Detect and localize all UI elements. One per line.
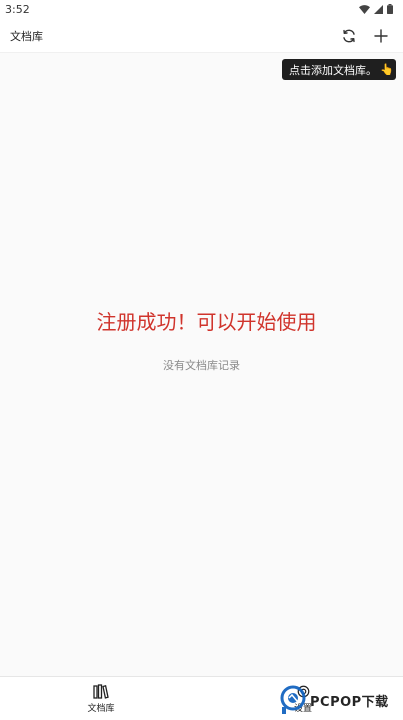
wifi-icon [359, 4, 370, 14]
registration-success-message: 注册成功！可以开始使用 [96, 310, 317, 334]
pcpop-logo-icon [280, 685, 306, 714]
empty-state-message: 没有文档库记录 [163, 359, 240, 372]
add-library-tooltip: 点击添加文档库。 👆 [282, 59, 396, 80]
pcpop-watermark: PCPOP下载 [280, 683, 402, 717]
page-title: 文档库 [10, 30, 43, 43]
status-icons [359, 4, 393, 14]
battery-icon [387, 4, 393, 14]
tooltip-text: 点击添加文档库。 [289, 63, 377, 77]
refresh-icon [343, 29, 355, 43]
status-bar: 3:52 [0, 0, 403, 18]
library-books-icon [93, 684, 109, 699]
tab-library[interactable]: 文档库 [41, 677, 161, 720]
app-bar: 文档库 [0, 18, 403, 53]
app-screen: 3:52 文档库 点击添加文档库。 👆 注册成功！可以开始使用 没有文档库记录 … [0, 0, 403, 720]
signal-icon [374, 4, 383, 14]
add-button[interactable] [369, 24, 393, 48]
tab-library-label: 文档库 [87, 704, 115, 714]
plus-icon [374, 29, 388, 43]
pointing-hand-icon: 👆 [380, 63, 394, 76]
watermark-text: PCPOP下载 [310, 694, 389, 710]
status-time: 3:52 [5, 2, 30, 16]
refresh-button[interactable] [337, 24, 361, 48]
